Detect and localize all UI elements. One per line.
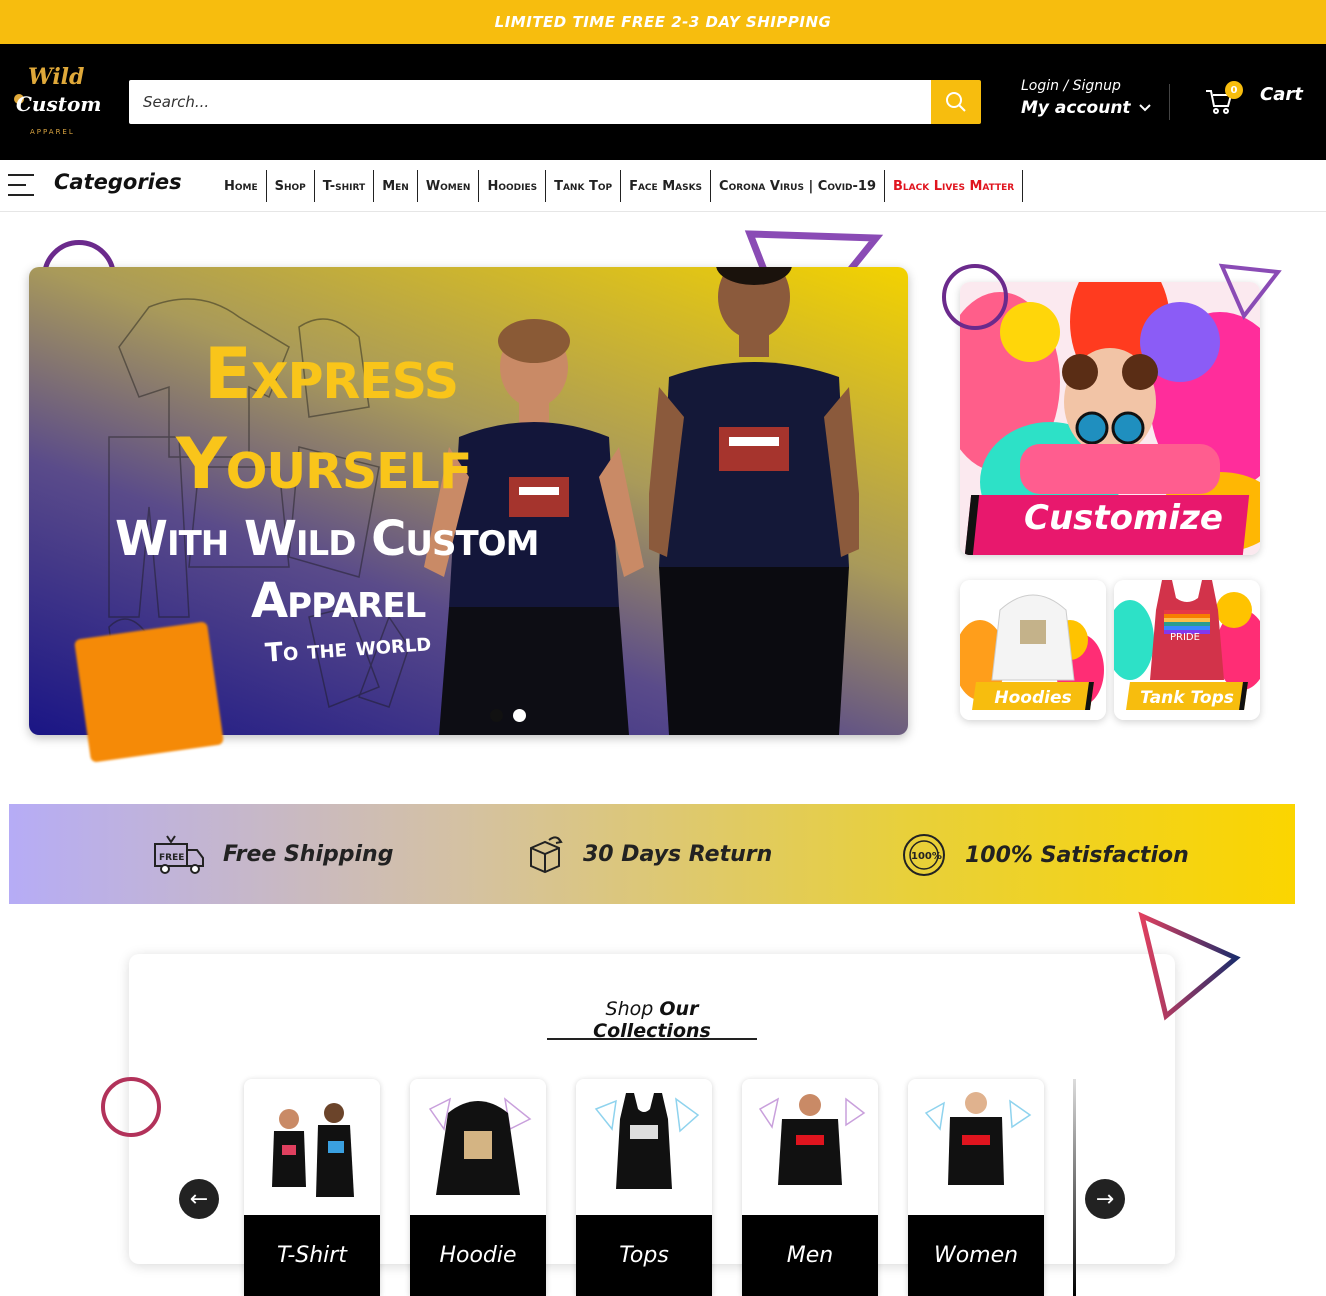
my-account-label: My account bbox=[1021, 98, 1131, 118]
logo-line-wild: Wild bbox=[28, 64, 85, 90]
collection-label-men: Men bbox=[742, 1215, 878, 1296]
nav-link-t-shirt[interactable]: T-shirt bbox=[315, 170, 375, 202]
collection-image-hoodie bbox=[410, 1079, 546, 1215]
my-account-dropdown[interactable]: My account bbox=[1021, 98, 1151, 118]
feature-free-shipping-label: Free Shipping bbox=[223, 841, 394, 867]
collection-tile-next-edge bbox=[1073, 1079, 1076, 1296]
free-badge-text: FREE bbox=[159, 853, 184, 863]
seal-badge-text: 100% bbox=[911, 851, 942, 862]
decor-triangle-purple-small bbox=[1218, 263, 1282, 320]
customize-label: Customize bbox=[1024, 498, 1223, 538]
collection-tile-women[interactable]: Women bbox=[908, 1079, 1044, 1296]
nav-link-men[interactable]: Men bbox=[374, 170, 418, 202]
search-input[interactable] bbox=[129, 80, 931, 124]
cart-count-badge: 0 bbox=[1225, 81, 1243, 99]
feature-30-days-return: 30 Days Return bbox=[525, 834, 772, 874]
arrow-right-icon: → bbox=[1095, 1186, 1115, 1212]
chevron-down-icon bbox=[1138, 104, 1151, 112]
collection-image-t-shirt bbox=[244, 1079, 380, 1215]
announcement-bar: LIMITED TIME FREE 2-3 DAY SHIPPING bbox=[0, 0, 1326, 44]
nav-link-home[interactable]: Home bbox=[216, 170, 267, 202]
search-bar bbox=[129, 80, 981, 124]
collection-label-hoodie: Hoodie bbox=[410, 1215, 546, 1296]
customize-promo-card[interactable]: Customize bbox=[960, 282, 1260, 555]
nav-link-black-lives-matter[interactable]: Black Lives Matter bbox=[885, 170, 1024, 202]
main-nav: Categories Home Shop T-shirt Men Women H… bbox=[0, 160, 1326, 212]
collection-label-tops: Tops bbox=[576, 1215, 712, 1296]
collection-image-tops bbox=[576, 1079, 712, 1215]
collections-title: Shop Our Collections bbox=[547, 998, 757, 1042]
hero-subline-brand: With Wild Custom bbox=[115, 511, 539, 567]
tank-tops-label: Tank Tops bbox=[1140, 688, 1234, 708]
collections-title-underline bbox=[547, 1038, 757, 1040]
nav-link-shop[interactable]: Shop bbox=[267, 170, 315, 202]
slider-dots bbox=[490, 709, 526, 722]
tank-tops-promo-card[interactable]: PRIDE Tank Tops bbox=[1114, 580, 1260, 720]
announcement-text: LIMITED TIME FREE 2-3 DAY SHIPPING bbox=[494, 13, 832, 31]
satisfaction-seal-icon: 100% bbox=[903, 834, 945, 876]
collections-title-prefix: Shop bbox=[605, 998, 654, 1020]
hoodies-label: Hoodies bbox=[994, 688, 1072, 708]
slider-dot-1[interactable] bbox=[490, 709, 503, 722]
arrow-left-icon: ← bbox=[189, 1186, 209, 1212]
feature-free-shipping: FREE Free Shipping bbox=[153, 832, 393, 876]
collection-tile-hoodie[interactable]: Hoodie bbox=[410, 1079, 546, 1296]
collection-tile-men[interactable]: Men bbox=[742, 1079, 878, 1296]
nav-link-tank-top[interactable]: Tank Top bbox=[546, 170, 622, 202]
nav-link-hoodies[interactable]: Hoodies bbox=[479, 170, 547, 202]
login-signup-link[interactable]: Login / Signup bbox=[1021, 78, 1151, 94]
feature-30-days-return-label: 30 Days Return bbox=[583, 841, 773, 867]
decor-circle-gradient bbox=[101, 1077, 161, 1137]
features-strip: FREE Free Shipping 30 Days Return 100% 1… bbox=[9, 804, 1295, 904]
logo-line-apparel: APPAREL bbox=[30, 128, 75, 136]
nav-link-women[interactable]: Women bbox=[418, 170, 480, 202]
hero-headline-express: Express bbox=[204, 333, 459, 415]
account-menu[interactable]: Login / Signup My account bbox=[1021, 78, 1151, 118]
site-logo[interactable]: Wild Custom APPAREL bbox=[12, 64, 101, 140]
cart-link[interactable]: 0 Cart bbox=[1204, 81, 1303, 114]
collection-tile-t-shirt[interactable]: T-Shirt bbox=[244, 1079, 380, 1296]
collection-label-women: Women bbox=[908, 1215, 1044, 1296]
collection-label-t-shirt: T-Shirt bbox=[244, 1215, 380, 1296]
collection-image-women bbox=[908, 1079, 1044, 1215]
categories-label[interactable]: Categories bbox=[54, 170, 182, 194]
hoodies-promo-card[interactable]: Hoodies bbox=[960, 580, 1106, 720]
tank-print-text: PRIDE bbox=[1170, 632, 1200, 643]
free-shipping-truck-icon: FREE bbox=[154, 835, 204, 874]
collection-tile-tops[interactable]: Tops bbox=[576, 1079, 712, 1296]
logo-line-custom: Custom bbox=[16, 92, 102, 116]
collections-next-button[interactable]: → bbox=[1085, 1179, 1125, 1219]
collections-prev-button[interactable]: ← bbox=[179, 1179, 219, 1219]
feature-satisfaction-label: 100% Satisfaction bbox=[965, 842, 1189, 868]
feature-satisfaction: 100% 100% Satisfaction bbox=[901, 832, 1189, 878]
nav-link-face-masks[interactable]: Face Masks bbox=[621, 170, 712, 202]
slider-dot-2[interactable] bbox=[513, 709, 526, 722]
hero-model-man-image bbox=[649, 267, 859, 735]
collection-image-men bbox=[742, 1079, 878, 1215]
hero-headline-yourself: Yourself bbox=[176, 423, 472, 505]
cart-label: Cart bbox=[1260, 84, 1303, 105]
decor-triangle-gradient bbox=[1138, 911, 1241, 1021]
return-box-icon bbox=[530, 836, 563, 874]
decor-circle-purple-small bbox=[942, 264, 1008, 330]
menu-icon[interactable] bbox=[8, 174, 34, 196]
search-icon bbox=[946, 92, 966, 112]
search-button[interactable] bbox=[931, 80, 981, 124]
nav-link-corona-virus[interactable]: Corona Virus | Covid-19 bbox=[711, 170, 885, 202]
nav-links: Home Shop T-shirt Men Women Hoodies Tank… bbox=[216, 170, 1024, 202]
hero-subline-apparel: Apparel bbox=[251, 573, 426, 629]
site-header: Wild Custom APPAREL Login / Signup My ac… bbox=[0, 44, 1326, 160]
header-divider bbox=[1169, 84, 1170, 120]
decor-orange-square bbox=[74, 621, 224, 763]
